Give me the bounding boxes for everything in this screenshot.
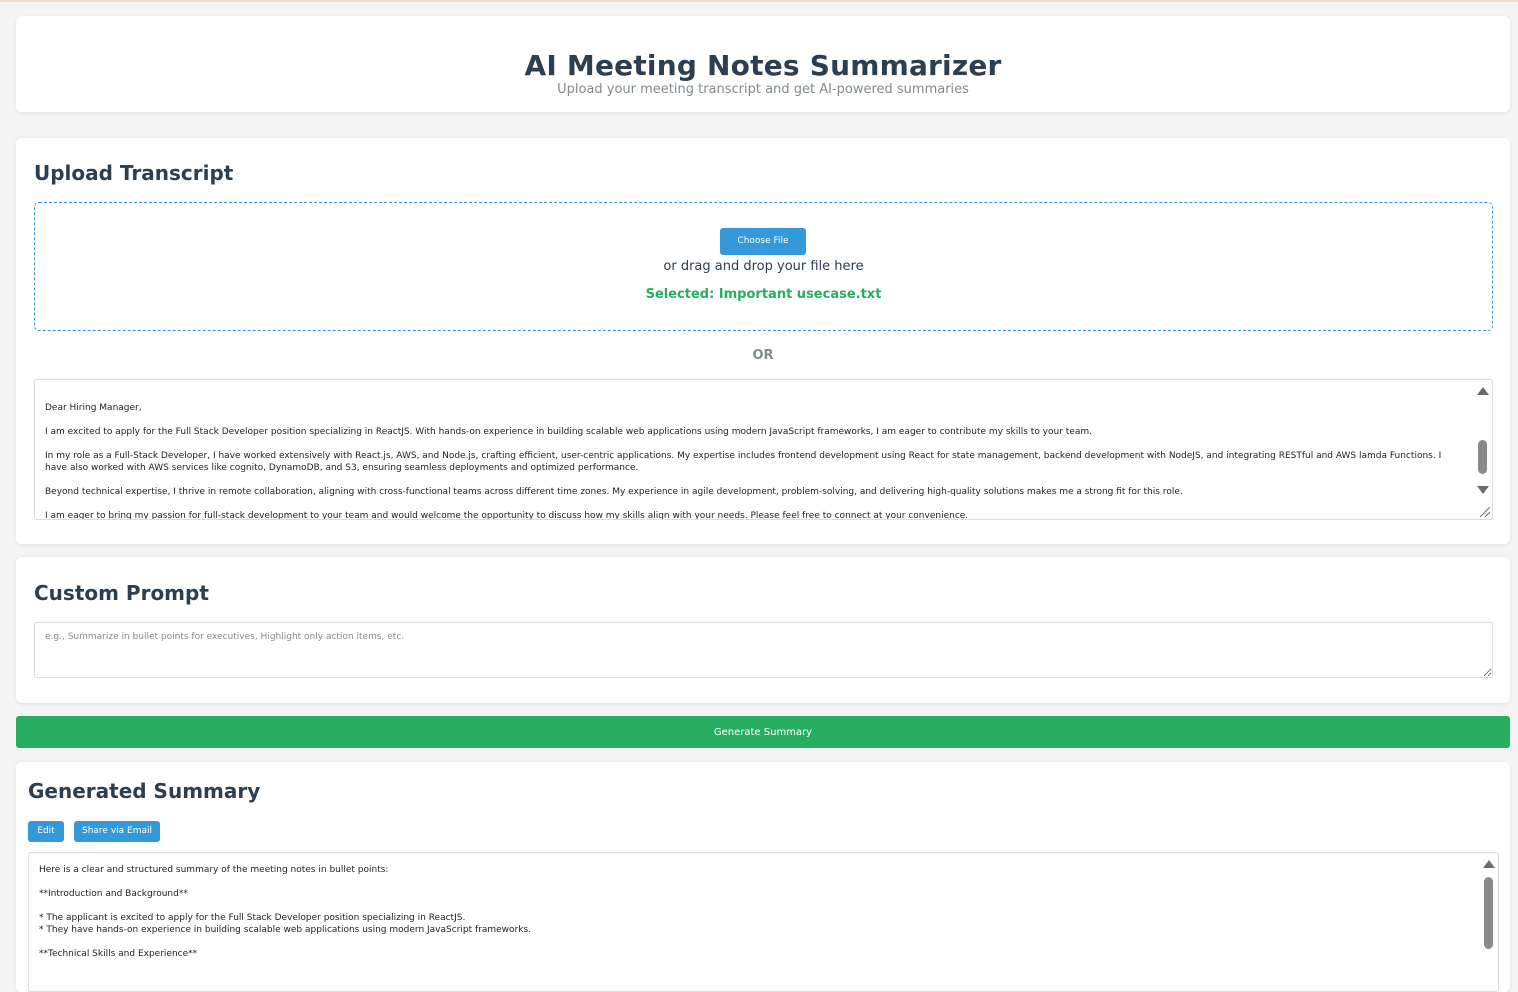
transcript-scroll-thumb[interactable] — [1478, 440, 1487, 474]
top-border — [0, 0, 1518, 2]
selected-file-label: Selected: Important usecase.txt — [645, 287, 882, 302]
scroll-down-arrow-icon[interactable] — [1477, 486, 1489, 494]
share-via-email-button[interactable]: Share via Email — [74, 821, 160, 842]
scroll-up-arrow-icon[interactable] — [1483, 860, 1495, 868]
custom-prompt-input[interactable] — [34, 622, 1493, 678]
edit-button[interactable]: Edit — [28, 821, 64, 842]
summary-scrollbar[interactable] — [1480, 853, 1497, 991]
or-divider: OR — [752, 348, 774, 363]
upload-section-title: Upload Transcript — [34, 161, 234, 185]
generated-summary-section: Generated Summary Edit Share via Email H… — [16, 762, 1510, 992]
generate-summary-button[interactable]: Generate Summary — [16, 716, 1510, 748]
summary-scroll-thumb[interactable] — [1484, 877, 1493, 949]
drag-drop-hint: or drag and drop your file here — [663, 259, 864, 274]
transcript-scrollbar[interactable] — [1474, 380, 1491, 506]
generated-summary-title: Generated Summary — [28, 779, 261, 803]
summary-output[interactable]: Here is a clear and structured summary o… — [28, 852, 1499, 992]
resize-handle-icon[interactable] — [1480, 507, 1490, 517]
header-card: AI Meeting Notes Summarizer Upload your … — [16, 16, 1510, 112]
transcript-text: Dear Hiring Manager, I am excited to app… — [45, 403, 1442, 520]
upload-section: Upload Transcript Choose File or drag an… — [16, 138, 1510, 544]
custom-prompt-title: Custom Prompt — [34, 581, 209, 605]
summary-text: Here is a clear and structured summary o… — [39, 865, 531, 959]
scroll-up-arrow-icon[interactable] — [1477, 387, 1489, 395]
app-title: AI Meeting Notes Summarizer — [524, 49, 1002, 82]
choose-file-button[interactable]: Choose File — [720, 228, 806, 255]
app-subtitle: Upload your meeting transcript and get A… — [557, 82, 969, 97]
transcript-textarea[interactable]: Dear Hiring Manager, I am excited to app… — [34, 379, 1493, 520]
file-drop-zone[interactable]: Choose File or drag and drop your file h… — [34, 202, 1493, 331]
custom-prompt-section: Custom Prompt — [16, 557, 1510, 703]
